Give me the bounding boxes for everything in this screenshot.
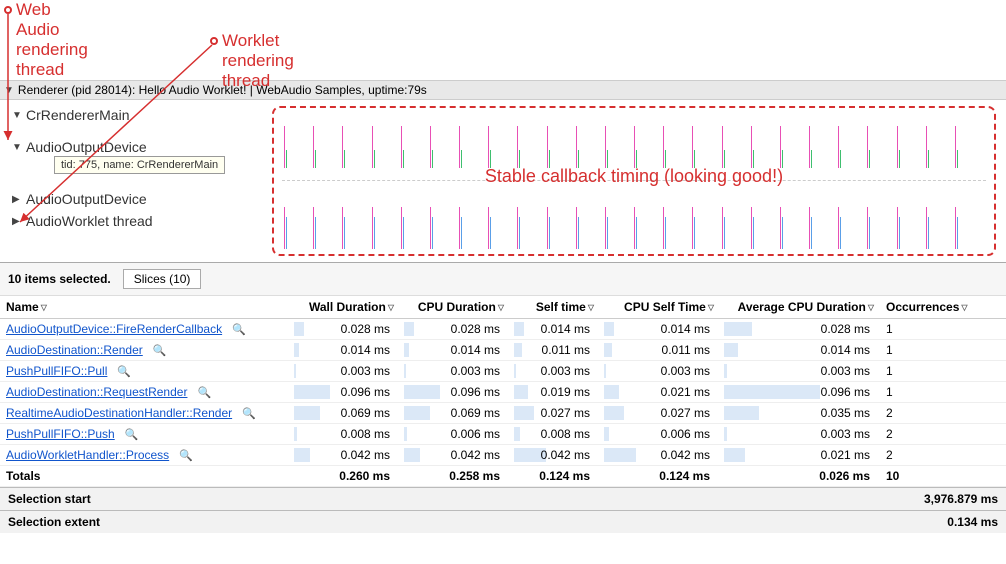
table-row[interactable]: PushPullFIFO::Pull🔍 0.003 ms 0.003 ms 0.… — [0, 361, 1006, 382]
col-cpu[interactable]: CPU Duration▽ — [400, 296, 510, 319]
thread-tooltip: tid: 775, name: CrRendererMain — [54, 156, 225, 174]
table-row[interactable]: AudioDestination::RequestRender🔍 0.096 m… — [0, 382, 1006, 403]
thread-list: ▼ CrRendererMain ▼ AudioOutputDevice tid… — [0, 100, 268, 262]
col-cpuself[interactable]: CPU Self Time▽ — [600, 296, 720, 319]
thread-audioworklet[interactable]: ▶ AudioWorklet thread — [0, 210, 268, 232]
footer-selection-extent: Selection extent 0.134 ms — [0, 510, 1006, 533]
totals-row: Totals0.260 ms0.258 ms0.124 ms0.124 ms0.… — [0, 466, 1006, 487]
magnify-icon[interactable]: 🔍 — [125, 429, 139, 441]
expand-icon[interactable]: ▼ — [12, 142, 22, 153]
selection-header: 10 items selected. Slices (10) — [0, 263, 1006, 296]
sort-icon: ▽ — [868, 303, 874, 312]
magnify-icon[interactable]: 🔍 — [242, 408, 256, 420]
expand-icon[interactable]: ▼ — [4, 85, 14, 96]
sort-icon: ▽ — [588, 303, 594, 312]
col-name[interactable]: Name▽ — [0, 296, 290, 319]
thread-audiooutputdevice-2[interactable]: ▶ AudioOutputDevice — [0, 188, 268, 210]
annotation-web-audio: Web Audio rendering thread — [16, 0, 88, 80]
sort-icon: ▽ — [961, 303, 967, 312]
table-row[interactable]: RealtimeAudioDestinationHandler::Render🔍… — [0, 403, 1006, 424]
magnify-icon[interactable]: 🔍 — [179, 450, 193, 462]
expand-icon[interactable]: ▼ — [12, 110, 22, 121]
slices-button[interactable]: Slices (10) — [123, 269, 202, 289]
magnify-icon[interactable]: 🔍 — [197, 387, 211, 399]
process-header[interactable]: ▼ Renderer (pid 28014): Hello Audio Work… — [0, 80, 1006, 100]
timeline-track-1 — [282, 118, 986, 168]
expand-icon[interactable]: ▶ — [12, 216, 22, 227]
expand-icon[interactable]: ▶ — [12, 194, 22, 205]
col-occ[interactable]: Occurrences▽ — [880, 296, 1006, 319]
magnify-icon[interactable]: 🔍 — [232, 324, 246, 336]
thread-audiooutputdevice-1[interactable]: ▼ AudioOutputDevice tid: 775, name: CrRe… — [0, 136, 268, 158]
sort-icon: ▽ — [708, 303, 714, 312]
thread-crrenderermain[interactable]: ▼ CrRendererMain — [0, 104, 268, 126]
callout-text: Stable callback timing (looking good!) — [274, 166, 994, 187]
footer-selection-start: Selection start 3,976.879 ms — [0, 487, 1006, 510]
callout-box: Stable callback timing (looking good!) — [272, 106, 996, 256]
sort-icon: ▽ — [388, 303, 394, 312]
table-row[interactable]: AudioWorkletHandler::Process🔍 0.042 ms 0… — [0, 445, 1006, 466]
col-self[interactable]: Self time▽ — [510, 296, 600, 319]
process-title: Renderer (pid 28014): Hello Audio Workle… — [18, 83, 427, 97]
table-row[interactable]: AudioOutputDevice::FireRenderCallback🔍 0… — [0, 319, 1006, 340]
slices-table: Name▽ Wall Duration▽ CPU Duration▽ Self … — [0, 296, 1006, 487]
timeline-area[interactable]: Stable callback timing (looking good!) — [268, 100, 1006, 262]
table-row[interactable]: PushPullFIFO::Push🔍 0.008 ms 0.006 ms 0.… — [0, 424, 1006, 445]
table-row[interactable]: AudioDestination::Render🔍 0.014 ms 0.014… — [0, 340, 1006, 361]
magnify-icon[interactable]: 🔍 — [153, 345, 167, 357]
sort-icon: ▽ — [41, 303, 47, 312]
timeline-track-2 — [282, 199, 986, 249]
col-wall[interactable]: Wall Duration▽ — [290, 296, 400, 319]
col-avg[interactable]: Average CPU Duration▽ — [720, 296, 880, 319]
sort-icon: ▽ — [498, 303, 504, 312]
magnify-icon[interactable]: 🔍 — [117, 366, 131, 378]
selection-count: 10 items selected. — [8, 272, 111, 286]
